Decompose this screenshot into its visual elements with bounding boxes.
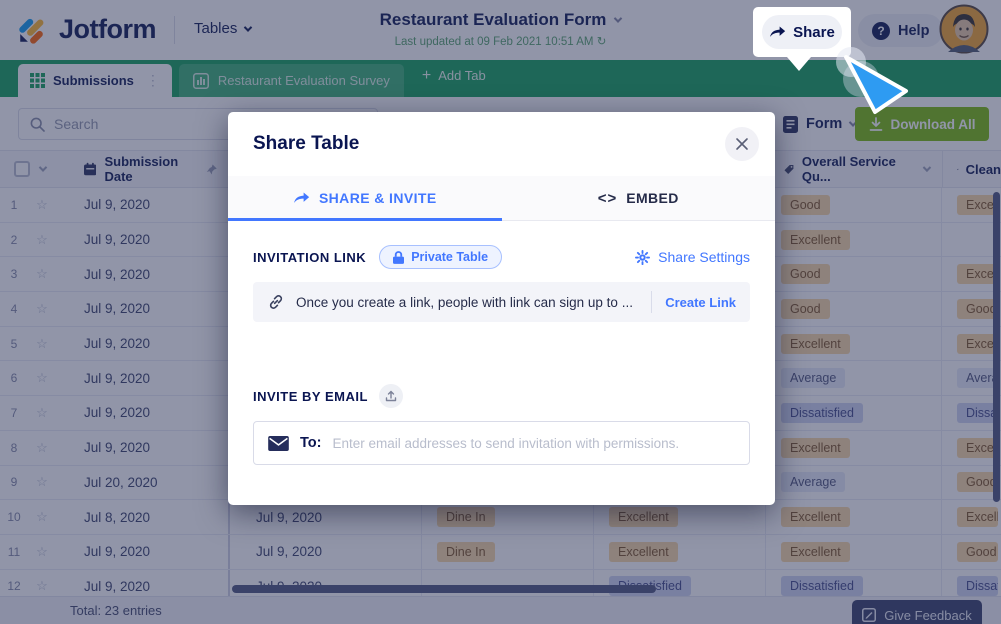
invite-email-field[interactable]: To: [253,421,750,465]
tab-share-invite[interactable]: SHARE & INVITE [228,176,502,220]
click-ripple [843,61,879,97]
lock-icon [393,251,404,264]
code-icon: <> [598,190,618,207]
modal-tabs: SHARE & INVITE <> EMBED [228,176,775,221]
close-button[interactable] [725,127,759,161]
modal-body: INVITATION LINK Private Table [228,245,775,465]
share-settings-label: Share Settings [658,249,750,265]
share-button[interactable]: Share [762,15,842,49]
close-icon [735,137,749,151]
invite-by-email-label: INVITE BY EMAIL [253,389,368,404]
tab-embed-label: EMBED [626,190,679,206]
share-button-spotlight: Share [753,7,851,57]
invitation-link-bar: Once you create a link, people with link… [253,282,750,322]
invitation-link-label: INVITATION LINK [253,250,366,265]
share-arrow-icon [769,25,786,39]
modal-header: Share Table [228,112,775,176]
share-label: Share [793,24,835,41]
email-input[interactable] [332,436,735,451]
modal-title: Share Table [253,133,359,155]
link-icon [267,293,285,311]
upload-contacts-button[interactable] [379,384,403,408]
private-table-badge[interactable]: Private Table [379,245,502,269]
share-arrow-icon [293,191,310,205]
envelope-icon [268,436,289,451]
to-label: To: [300,435,321,451]
share-table-modal: Share Table SHARE & INVITE <> EMBED [228,112,775,505]
create-link-button[interactable]: Create Link [665,295,736,310]
link-hint-text: Once you create a link, people with link… [296,295,638,310]
upload-icon [385,390,397,402]
app-window: Jotform Tables Restaurant Evaluation For… [0,0,1001,624]
active-tab-underline [228,218,502,221]
tab-share-label: SHARE & INVITE [319,190,437,206]
divider [651,291,652,313]
gear-icon [635,250,650,265]
private-table-label: Private Table [411,250,488,264]
tab-embed[interactable]: <> EMBED [502,176,776,220]
share-settings-link[interactable]: Share Settings [635,249,750,265]
